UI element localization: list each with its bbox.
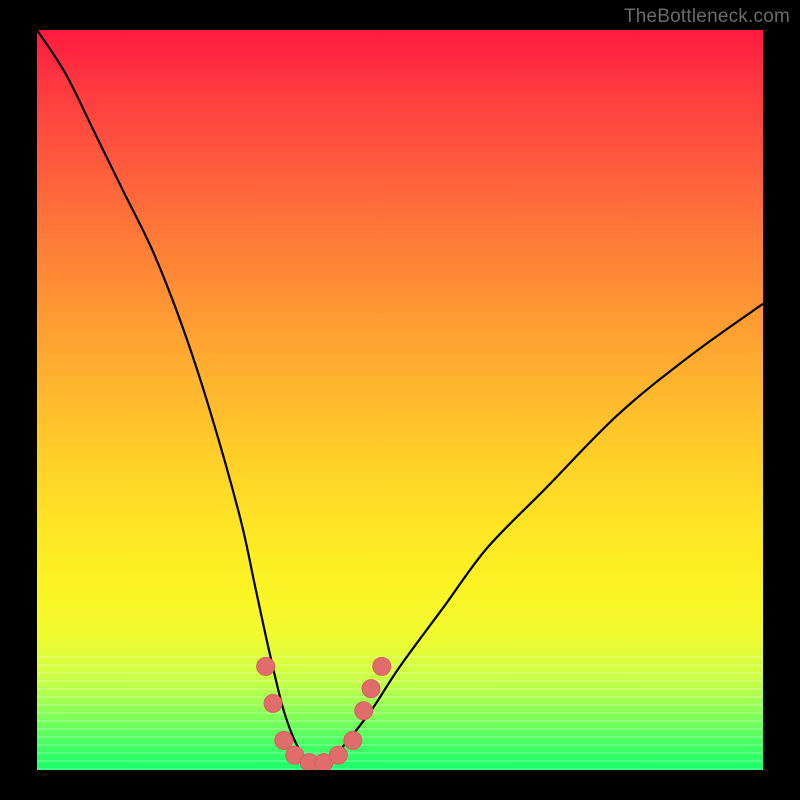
chart-frame: TheBottleneck.com xyxy=(0,0,800,800)
plot-area xyxy=(37,30,763,770)
watermark-text: TheBottleneck.com xyxy=(624,6,790,28)
